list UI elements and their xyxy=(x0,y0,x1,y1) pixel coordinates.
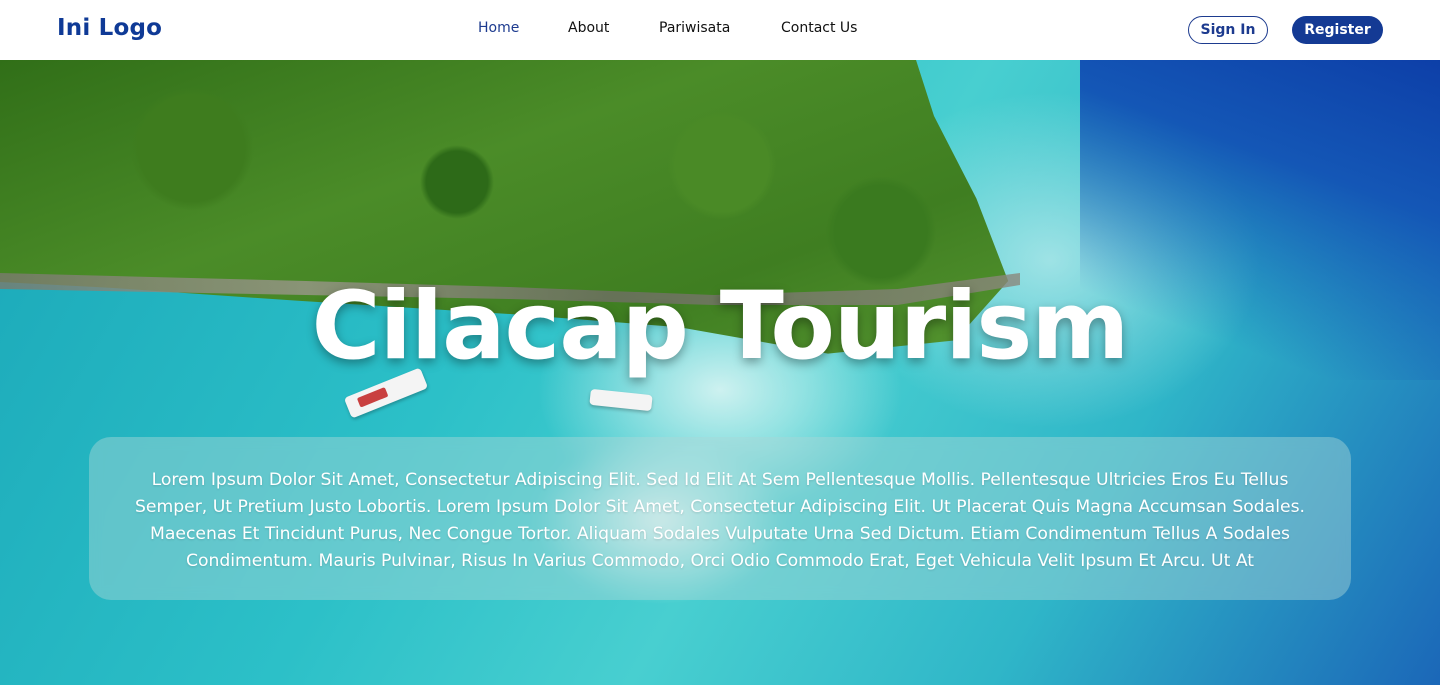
sign-in-button[interactable]: Sign In xyxy=(1188,16,1268,44)
register-button[interactable]: Register xyxy=(1292,16,1383,44)
nav-link-home[interactable]: Home xyxy=(478,20,519,36)
navbar: Ini Logo Home About Pariwisata Contact U… xyxy=(0,0,1440,60)
hero-section: Cilacap Tourism Lorem Ipsum Dolor Sit Am… xyxy=(0,60,1440,685)
hero-title: Cilacap Tourism xyxy=(311,272,1130,381)
nav-link-contact-us[interactable]: Contact Us xyxy=(781,20,857,36)
hero-boat-image xyxy=(589,388,653,412)
nav-link-about[interactable]: About xyxy=(568,20,609,36)
nav-link-pariwisata[interactable]: Pariwisata xyxy=(659,20,730,36)
hero-description: Lorem Ipsum Dolor Sit Amet, Consectetur … xyxy=(135,470,1305,571)
hero-description-card: Lorem Ipsum Dolor Sit Amet, Consectetur … xyxy=(89,437,1351,600)
